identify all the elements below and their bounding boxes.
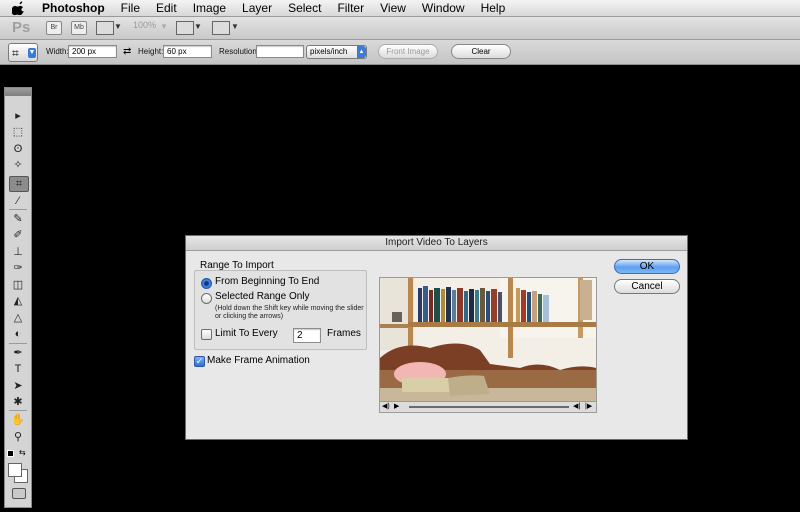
eyedropper-tool-icon[interactable]: ⁄ (9, 194, 27, 208)
application-bar: Ps Br Mb ▼ 100% ▼ ▼ ▼ (0, 17, 800, 40)
import-video-dialog: Import Video To Layers Range To Import F… (185, 235, 688, 440)
menu-view[interactable]: View (372, 1, 414, 15)
resolution-field[interactable] (256, 45, 304, 58)
shift-key-hint: (Hold down the Shift key while moving th… (215, 305, 364, 320)
video-scrub-slider[interactable] (409, 406, 569, 408)
pen-tool-icon[interactable]: ✒ (9, 346, 27, 360)
video-controls: ◀) ▶ ◀| |▶ (380, 401, 596, 412)
swap-dimensions-icon[interactable]: ⇄ (123, 46, 131, 57)
bridge-button[interactable]: Br (46, 21, 62, 35)
menu-select[interactable]: Select (280, 1, 329, 15)
brush-tool-icon[interactable]: ✐ (9, 228, 27, 242)
zoom-tool-icon[interactable]: ⚲ (9, 430, 27, 444)
height-field[interactable]: 60 px (163, 45, 212, 58)
crop-tool-icon[interactable]: ⌗ (9, 176, 29, 192)
divider (9, 343, 27, 344)
make-frame-animation-checkbox[interactable]: ✓ (194, 356, 205, 367)
type-tool-icon[interactable]: T (9, 362, 27, 376)
clone-stamp-tool-icon[interactable]: ⊥ (9, 245, 27, 259)
arrange-documents-icon[interactable] (176, 21, 194, 35)
radio-beginning-to-end-label[interactable]: From Beginning To End (215, 276, 319, 287)
history-brush-tool-icon[interactable]: ✑ (9, 261, 27, 275)
spot-healing-tool-icon[interactable]: ✎ (9, 212, 27, 226)
radio-beginning-to-end[interactable] (201, 278, 212, 289)
range-group: From Beginning To End Selected Range Onl… (194, 270, 367, 350)
divider (9, 410, 27, 411)
menu-window[interactable]: Window (414, 1, 473, 15)
tools-panel: ▸ ⬚ ʘ ✧ ⌗ ⁄ ✎ ✐ ⊥ ✑ ◫ ◭ △ ◐ ✒ T ➤ ✱ ✋ ⚲ … (4, 87, 32, 508)
marquee-tool-icon[interactable]: ⬚ (9, 125, 27, 139)
menu-filter[interactable]: Filter (329, 1, 372, 15)
move-tool-icon[interactable]: ▸ (9, 109, 27, 123)
dialog-title: Import Video To Layers (186, 236, 687, 251)
quick-selection-tool-icon[interactable]: ✧ (9, 158, 27, 172)
options-bar: ⌗ ▼ Width: 200 px ⇄ Height: 60 px Resolu… (0, 40, 800, 65)
video-frame-image (380, 278, 598, 401)
limit-frames-input[interactable]: 2 (293, 328, 321, 343)
frames-label: Frames (327, 328, 361, 339)
path-selection-tool-icon[interactable]: ➤ (9, 379, 27, 393)
zoom-level[interactable]: 100% (133, 20, 156, 35)
ok-button[interactable]: OK (614, 259, 680, 274)
radio-selected-range-label[interactable]: Selected Range Only (215, 291, 310, 302)
shape-tool-icon[interactable]: ✱ (9, 395, 27, 409)
photoshop-logo: Ps (12, 19, 31, 36)
clear-button[interactable]: Clear (451, 44, 511, 59)
crop-tool-icon: ⌗ (12, 46, 19, 60)
limit-label: Limit To Every (215, 328, 278, 339)
step-forward-icon[interactable]: |▶ (585, 403, 592, 411)
screen-mode-icon[interactable] (212, 21, 230, 35)
screen-mode-chevron-icon[interactable]: ▼ (231, 22, 239, 31)
menu-app-photoshop[interactable]: Photoshop (36, 1, 113, 15)
eraser-tool-icon[interactable]: ◫ (9, 278, 27, 292)
width-field[interactable]: 200 px (68, 45, 117, 58)
foreground-color-swatch[interactable] (8, 463, 22, 477)
chevron-updown-icon: ▲ (357, 46, 366, 58)
menu-image[interactable]: Image (185, 1, 234, 15)
make-frame-animation-label[interactable]: Make Frame Animation (207, 355, 310, 366)
arrange-chevron-icon[interactable]: ▼ (194, 22, 202, 31)
chevron-down-icon[interactable]: ▼ (114, 22, 122, 31)
menu-bar: Photoshop File Edit Image Layer Select F… (0, 0, 800, 17)
dodge-tool-icon[interactable]: ◐ (9, 327, 27, 341)
quick-mask-icon[interactable] (12, 488, 26, 499)
chevron-down-icon: ▼ (28, 48, 36, 58)
menu-file[interactable]: File (113, 1, 148, 15)
video-preview: ◀) ▶ ◀| |▶ (379, 277, 598, 413)
zoom-chevron-down-icon: ▼ (160, 22, 168, 31)
unit-value: pixels/inch (310, 47, 348, 56)
divider (9, 209, 27, 210)
hand-tool-icon[interactable]: ✋ (9, 413, 27, 427)
volume-icon[interactable]: ◀) (382, 403, 390, 411)
menu-edit[interactable]: Edit (148, 1, 185, 15)
apple-icon[interactable] (12, 1, 26, 15)
resolution-unit-select[interactable]: pixels/inch ▲ (306, 45, 367, 59)
lasso-tool-icon[interactable]: ʘ (9, 142, 27, 156)
paint-bucket-tool-icon[interactable]: ◭ (9, 294, 27, 308)
default-colors-icon[interactable] (7, 450, 14, 457)
limit-checkbox[interactable] (201, 329, 212, 340)
play-icon[interactable]: ▶ (394, 403, 399, 411)
step-back-icon[interactable]: ◀| (573, 403, 580, 411)
radio-selected-range[interactable] (201, 293, 212, 304)
width-label: Width: (46, 47, 69, 56)
height-label: Height: (138, 47, 164, 56)
menu-layer[interactable]: Layer (234, 1, 280, 15)
mini-bridge-button[interactable]: Mb (71, 21, 87, 35)
view-extras-icon[interactable] (96, 21, 114, 35)
menu-help[interactable]: Help (473, 1, 514, 15)
cancel-button[interactable]: Cancel (614, 279, 680, 294)
blur-tool-icon[interactable]: △ (9, 311, 27, 325)
resolution-label: Resolution: (219, 47, 260, 56)
panel-grip[interactable] (5, 88, 31, 96)
tool-preset-picker[interactable]: ⌗ ▼ (8, 43, 38, 62)
front-image-button[interactable]: Front Image (378, 44, 438, 59)
swap-colors-icon[interactable]: ⇆ (19, 448, 26, 457)
